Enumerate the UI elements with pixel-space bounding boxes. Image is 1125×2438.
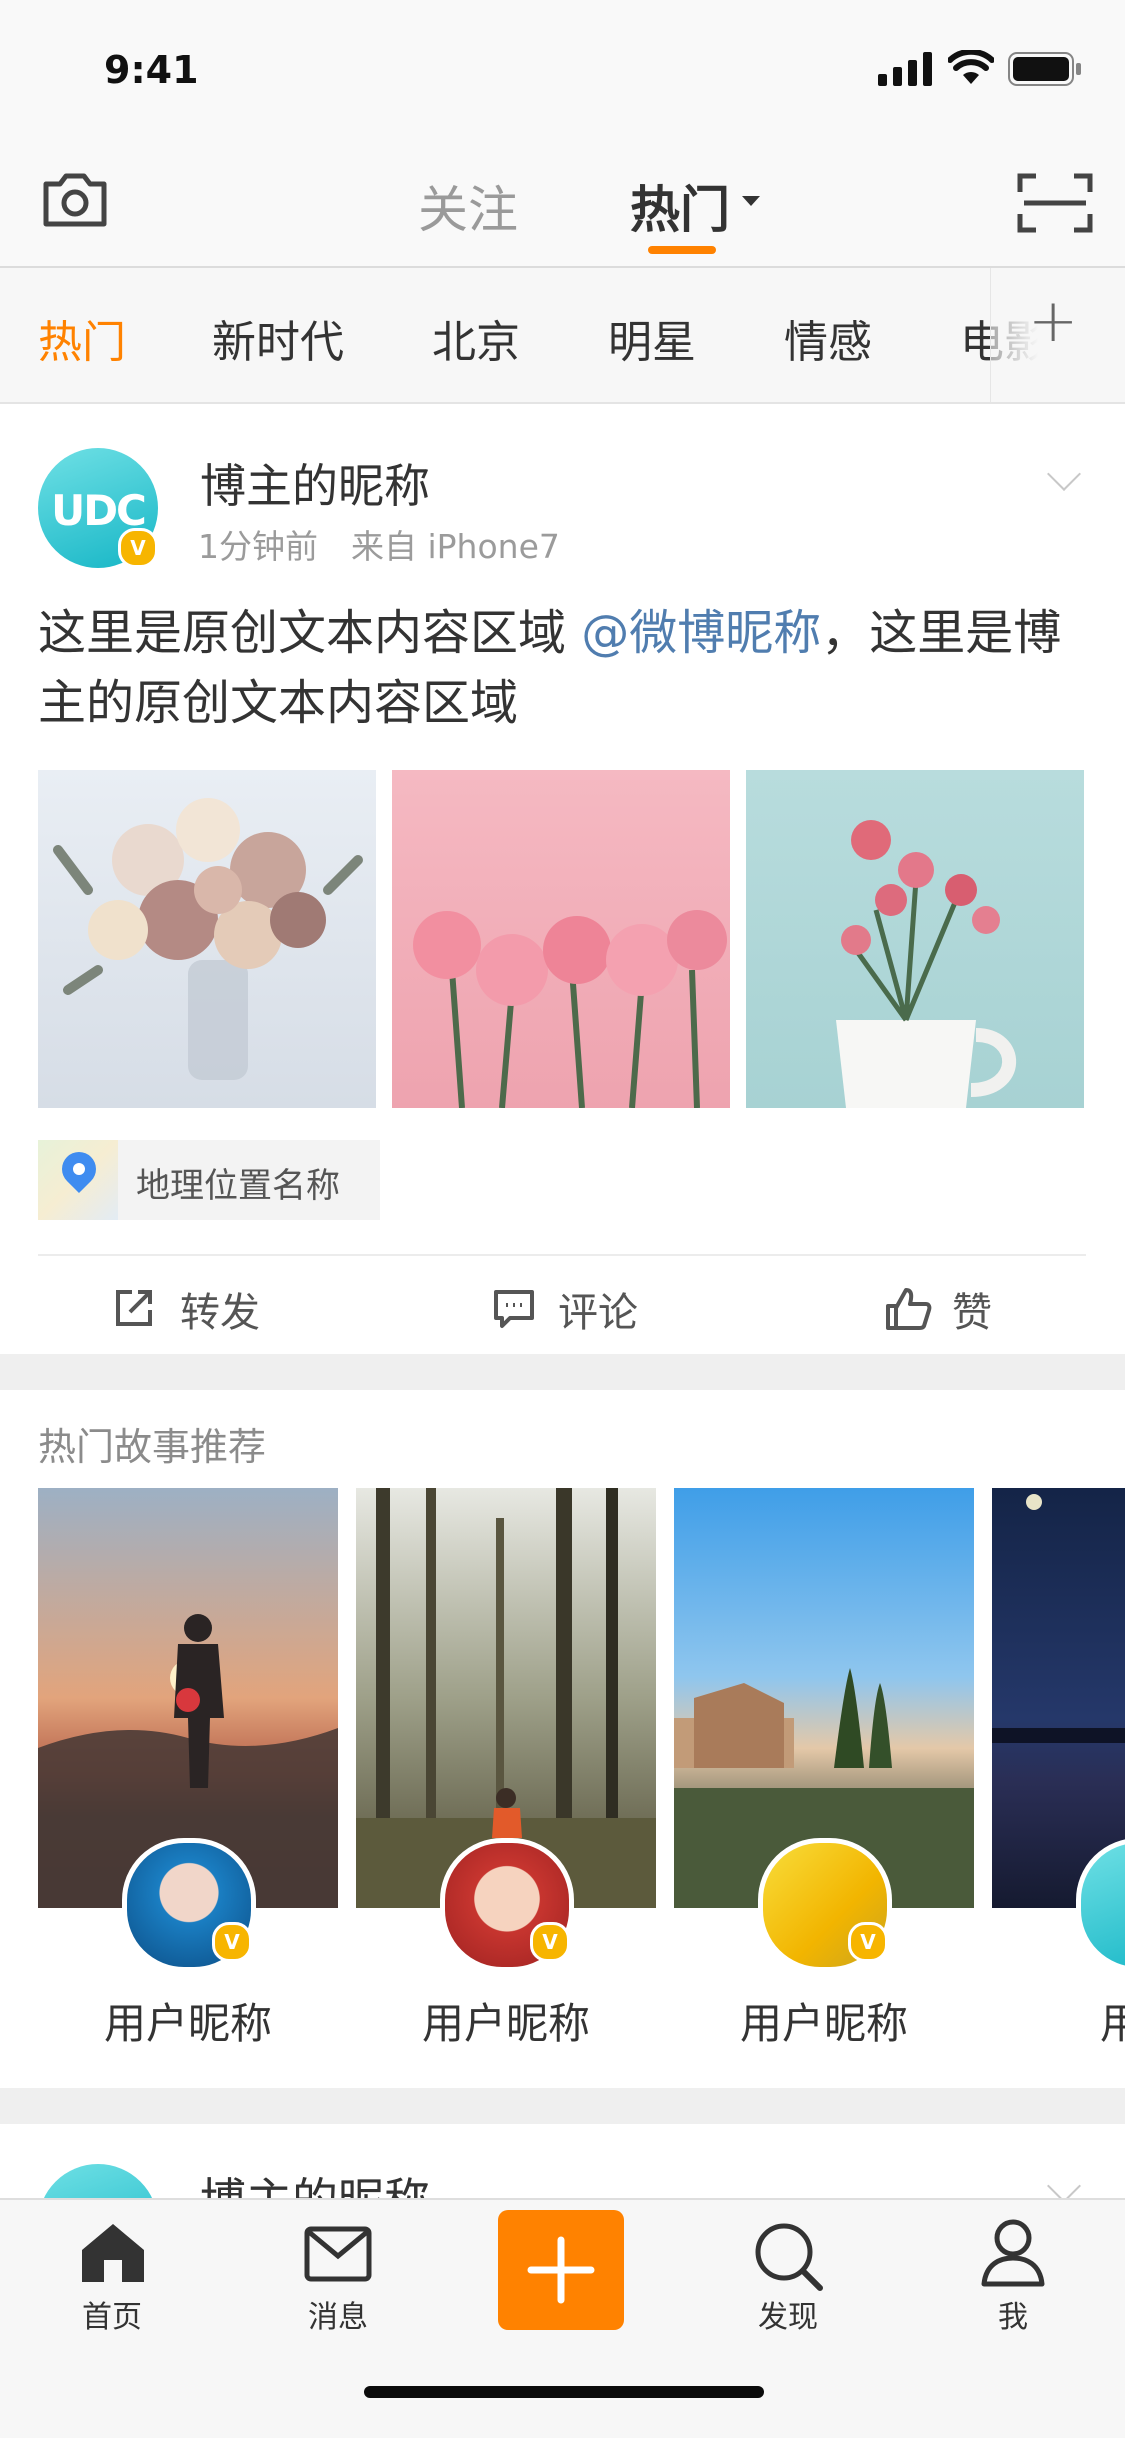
roses-photo	[836, 820, 1017, 1108]
story-3-verified-icon: V	[848, 1922, 888, 1962]
location-pin-dot	[73, 1163, 85, 1175]
chevron-down-icon[interactable]	[1047, 457, 1081, 491]
plus-icon	[527, 2236, 595, 2304]
carnations-photo	[413, 910, 727, 1108]
top-nav: 关注 热门	[0, 140, 1125, 268]
scan-icon[interactable]	[1016, 172, 1094, 234]
story-2-verified-icon: V	[530, 1922, 570, 1962]
tab-hot[interactable]: 热门	[630, 170, 730, 242]
tab-discover[interactable]: 发现	[728, 2292, 848, 2336]
wifi-icon	[948, 50, 994, 84]
post-meta: 1分钟前 来自 iPhone7	[198, 527, 560, 566]
tab-messages[interactable]: 消息	[278, 2292, 398, 2336]
author-nickname[interactable]: 博主的昵称	[200, 450, 430, 516]
channel-new-era[interactable]: 新时代	[212, 306, 344, 370]
story-2-name[interactable]: 用户昵称	[356, 1990, 656, 2051]
channel-beijing[interactable]: 北京	[432, 306, 520, 370]
home-icon[interactable]	[78, 2220, 148, 2286]
verified-badge-icon: V	[118, 528, 158, 568]
home-indicator	[364, 2386, 764, 2398]
post-image-2[interactable]	[392, 770, 730, 1108]
tab-me[interactable]: 我	[953, 2292, 1073, 2336]
story-1-name[interactable]: 用户昵称	[38, 1990, 338, 2051]
post-card: UDC V 博主的昵称 1分钟前 来自 iPhone7 这里是原创文本内容区域 …	[0, 404, 1125, 1354]
channel-stars[interactable]: 明星	[608, 306, 696, 370]
post-text-start: 这里是原创文本内容区域	[38, 605, 582, 661]
story-4-photo	[992, 1494, 1125, 1743]
active-tab-indicator	[648, 246, 716, 254]
action-divider	[38, 1254, 1086, 1256]
discover-search-icon[interactable]	[752, 2220, 824, 2292]
story-card-4[interactable]	[992, 1488, 1125, 1908]
comment-button[interactable]: 评论	[558, 1280, 638, 1338]
channel-emotion[interactable]: 情感	[784, 306, 872, 370]
repost-icon[interactable]	[112, 1286, 156, 1330]
story-4-name[interactable]: 用户	[992, 1990, 1125, 2051]
camera-icon[interactable]	[40, 170, 110, 230]
status-time: 9:41	[104, 48, 199, 92]
signal-icon	[878, 52, 932, 86]
tab-home[interactable]: 首页	[52, 2292, 172, 2336]
avatar[interactable]: UDC V	[38, 448, 158, 568]
tab-follow[interactable]: 关注	[418, 170, 518, 242]
compose-button[interactable]	[498, 2210, 624, 2330]
status-bar: 9:41	[0, 0, 1125, 140]
post-image-1[interactable]	[38, 770, 376, 1108]
bottom-tab-bar: 首页 消息 发现 我	[0, 2198, 1125, 2438]
bouquet-photo	[53, 798, 363, 1080]
story-3-name[interactable]: 用户昵称	[674, 1990, 974, 2051]
mail-icon[interactable]	[304, 2226, 372, 2282]
location-name: 地理位置名称	[136, 1166, 340, 1206]
story-1-verified-icon: V	[212, 1922, 252, 1962]
like-button[interactable]: 赞	[952, 1280, 992, 1338]
comment-icon[interactable]	[492, 1286, 536, 1330]
mention-link[interactable]: @微博昵称	[581, 605, 821, 661]
post-image-3[interactable]	[746, 770, 1084, 1108]
stories-title: 热门故事推荐	[38, 1425, 267, 1469]
post-text: 这里是原创文本内容区域 @微博昵称，这里是博主的原创文本内容区域	[38, 598, 1088, 738]
thumbs-up-icon[interactable]	[884, 1286, 932, 1332]
hot-stories-section: 热门故事推荐 V 用户昵称 V 用户昵称 V 用户昵称 用	[0, 1390, 1125, 2088]
add-channel-icon[interactable]: +	[1028, 286, 1078, 356]
hot-dropdown-caret-icon[interactable]	[742, 196, 760, 206]
battery-icon	[1008, 52, 1081, 86]
channel-bar: 热门 新时代 北京 明星 情感 电影 搞 +	[0, 268, 1125, 404]
repost-button[interactable]: 转发	[180, 1280, 260, 1338]
profile-icon[interactable]	[980, 2218, 1046, 2288]
location-tag[interactable]: 地理位置名称	[38, 1140, 380, 1220]
channel-hot[interactable]: 热门	[38, 306, 126, 370]
